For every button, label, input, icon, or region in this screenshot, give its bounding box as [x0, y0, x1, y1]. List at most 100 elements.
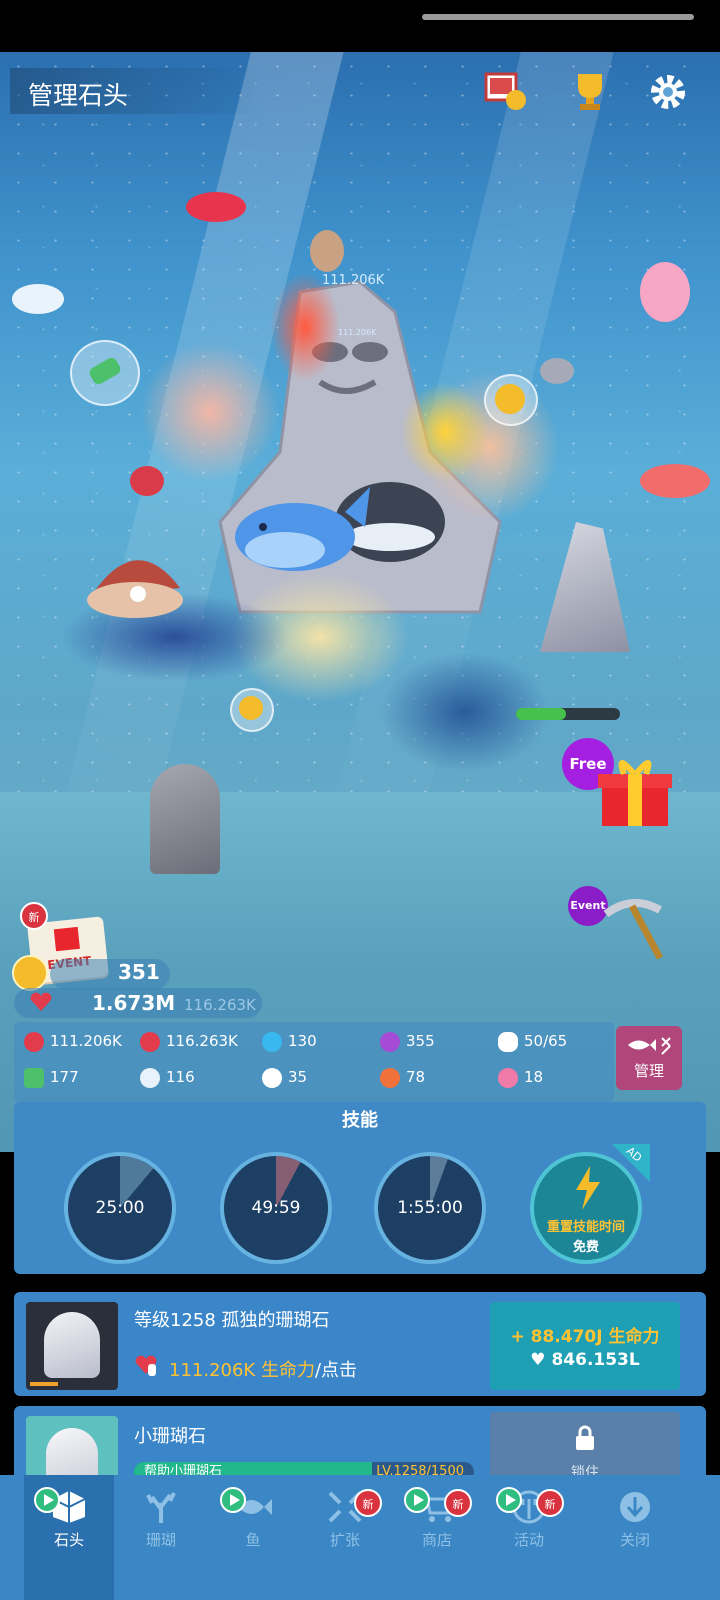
pearl-icon — [380, 1031, 400, 1052]
lock-icon — [576, 1425, 594, 1450]
stat-per-tap: 111.206K — [24, 1030, 122, 1052]
skills-title: 技能 — [342, 1110, 378, 1131]
coral-branch — [140, 342, 280, 482]
coin-bubble[interactable] — [484, 374, 538, 426]
nav-label: 珊瑚 — [145, 1531, 176, 1549]
nav-label: 鱼 — [245, 1531, 261, 1549]
reset-skills-sub: 免费 — [572, 1240, 599, 1255]
life-secondary: 116.263K — [184, 996, 256, 1014]
red-fish[interactable] — [640, 464, 710, 498]
dolphin[interactable] — [225, 482, 375, 602]
manage-button[interactable]: 管理 — [616, 1026, 682, 1090]
coral-icon — [146, 1492, 176, 1523]
skill-timer-2: 49:59 — [251, 1198, 301, 1218]
stone-title: 等级1258 孤独的珊瑚石 — [134, 1310, 330, 1331]
stat-fish: 50/65 — [498, 1030, 567, 1052]
nav-label: 关闭 — [619, 1531, 650, 1549]
floating-income: 111.206K — [322, 273, 385, 288]
heart-icon — [30, 992, 52, 1011]
seaweed-icon — [24, 1067, 44, 1088]
new-badge: 新 — [354, 1489, 382, 1517]
skill-slot-3[interactable]: 1:55:00 — [374, 1152, 486, 1264]
stat-seahorses: 18 — [498, 1066, 543, 1088]
coin-icon — [239, 696, 263, 720]
small-stone-title: 小珊瑚石 — [134, 1426, 206, 1447]
album-icon[interactable] — [484, 70, 528, 114]
bottom-nav: 石头 珊瑚 鱼 扩张 新 商店 新 活动 新 关闭 — [0, 1475, 720, 1600]
pickaxe-icon[interactable] — [598, 894, 668, 964]
heart-icon: ♥ — [530, 1350, 546, 1370]
stat-shells: 116 — [140, 1066, 195, 1088]
stone-icon — [44, 1312, 100, 1378]
urchin-icon — [262, 1067, 282, 1088]
upgrade-cost: ♥ 846.153L — [530, 1350, 640, 1370]
giant-clam[interactable] — [80, 538, 190, 628]
tap-heart-icon — [135, 1355, 157, 1376]
upgrade-stone-button[interactable]: + 88.470J 生命力 ♥ 846.153L — [490, 1302, 680, 1390]
gesture-pill — [422, 14, 694, 20]
stat-urchins: 35 — [262, 1066, 307, 1088]
fish-icon — [498, 1031, 518, 1052]
gift-icon — [53, 926, 80, 952]
coin-bubble[interactable] — [230, 688, 274, 732]
stat-plants: 177 — [24, 1066, 79, 1088]
level-bar — [30, 1382, 58, 1386]
lightning-icon — [576, 1166, 600, 1210]
fish-expand-icon — [628, 1037, 671, 1055]
small-stone-row: 小珊瑚石 帮助小珊瑚石 LV.1258/1500 锁住 — [14, 1406, 706, 1486]
nav-label: 石头 — [53, 1531, 84, 1549]
play-ad-icon[interactable] — [220, 1487, 246, 1513]
reset-skills-button[interactable]: 重置技能时间 免费 — [530, 1152, 642, 1264]
nav-label: 活动 — [513, 1531, 544, 1549]
page-title: 管理石头 — [28, 81, 129, 110]
coin-icon — [12, 955, 48, 991]
seaweed-icon — [87, 355, 123, 387]
stone-upgrade-row: 等级1258 孤独的珊瑚石 111.206K 生命力/点击 + 88.470J … — [14, 1292, 706, 1396]
yellow-coral — [400, 382, 490, 482]
upgrade-gain: + 88.470J 生命力 — [510, 1327, 660, 1347]
squid[interactable] — [186, 192, 246, 222]
coin-icon — [495, 384, 525, 414]
nav-tab-coral[interactable]: 珊瑚 — [116, 1475, 206, 1600]
coin-value: 351 — [118, 960, 160, 984]
gray-fish[interactable] — [540, 358, 574, 384]
settings-gear-icon[interactable] — [646, 70, 690, 114]
jellyfish[interactable] — [12, 284, 64, 314]
gift-box-icon[interactable] — [596, 752, 674, 832]
play-ad-icon[interactable] — [404, 1487, 430, 1513]
skill-slot-1[interactable]: 25:00 — [64, 1152, 176, 1264]
pufferfish[interactable] — [310, 230, 344, 272]
life-pill: 1.673M 116.263K — [14, 988, 262, 1018]
stat-per-second: 116.263K — [140, 1030, 238, 1052]
nav-label: 扩张 — [329, 1531, 360, 1549]
down-arrow-icon — [620, 1492, 650, 1522]
new-badge: 新 — [444, 1489, 472, 1517]
title-bar: 管理石头 — [10, 68, 260, 114]
tap-heart-icon — [24, 1031, 44, 1052]
new-badge: 新 — [536, 1489, 564, 1517]
gem-icon — [262, 1031, 282, 1052]
new-badge: 新 — [20, 902, 48, 930]
play-ad-icon[interactable] — [34, 1487, 60, 1513]
stone-thumbnail[interactable] — [26, 1302, 118, 1390]
small-coral-stone[interactable] — [150, 764, 220, 874]
manage-label: 管理 — [633, 1062, 664, 1080]
status-bar — [0, 0, 720, 52]
stat-crabs: 78 — [380, 1066, 425, 1088]
plant-bubble[interactable] — [70, 340, 140, 406]
skill-timer-3: 1:55:00 — [397, 1198, 463, 1218]
play-ad-icon[interactable] — [496, 1487, 522, 1513]
floating-income-small: 111.206K — [338, 328, 377, 337]
skill-slot-2[interactable]: 49:59 — [220, 1152, 332, 1264]
life-value: 1.673M — [92, 991, 176, 1015]
hp-bar — [516, 708, 620, 720]
stone-rate: 111.206K 生命力/点击 — [169, 1360, 358, 1381]
axolotl[interactable] — [640, 262, 690, 322]
trophy-icon[interactable] — [568, 70, 612, 114]
stat-gems: 130 — [262, 1030, 317, 1052]
timer-heart-icon — [140, 1031, 160, 1052]
reset-skills-label: 重置技能时间 — [546, 1220, 625, 1235]
red-coral-ball — [130, 466, 164, 496]
nav-tab-close[interactable]: 关闭 — [590, 1475, 680, 1600]
shell-icon — [140, 1067, 160, 1088]
